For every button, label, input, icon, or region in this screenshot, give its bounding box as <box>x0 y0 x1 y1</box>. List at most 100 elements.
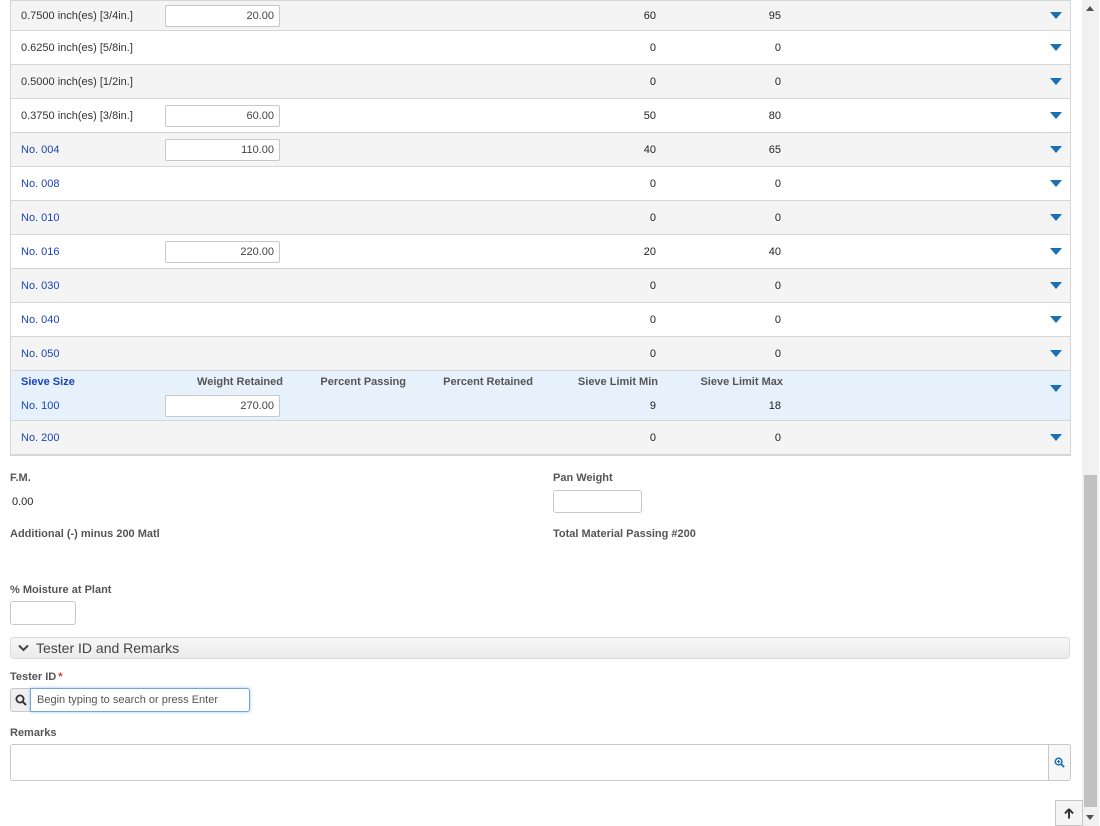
table-row[interactable]: 0.5000 inch(es) [1/2in.] 0 0 <box>11 65 1070 99</box>
weight-retained-input[interactable]: 270.00 <box>165 395 280 417</box>
weight-retained-input[interactable]: 110.00 <box>165 138 280 161</box>
sieve-limit-max-cell: 0 <box>774 431 781 444</box>
sieve-size-cell[interactable]: No. 030 <box>21 269 60 302</box>
sieve-limit-max-cell: 0 <box>774 75 781 88</box>
tester-section-title: Tester ID and Remarks <box>36 640 180 656</box>
sieve-size-cell: 0.3750 inch(es) [3/8in.] <box>21 109 133 122</box>
pan-weight-input[interactable] <box>553 490 642 513</box>
caret-down-icon[interactable] <box>1050 111 1062 119</box>
sieve-size-cell[interactable]: No. 200 <box>21 421 60 454</box>
weight-retained-input[interactable]: 60.00 <box>165 104 280 127</box>
caret-down-icon[interactable] <box>1050 349 1062 357</box>
sieve-limit-max-cell: 0 <box>774 347 781 360</box>
sieve-limit-max-cell: 0 <box>774 279 781 292</box>
sieve-limit-min-cell: 0 <box>649 279 656 292</box>
table-row[interactable]: No. 008 0 0 <box>11 167 1070 201</box>
caret-down-icon[interactable] <box>1050 77 1062 85</box>
sieve-limit-min-cell: 0 <box>649 177 656 190</box>
moisture-input[interactable] <box>10 601 76 625</box>
sieve-limit-min-cell: 50 <box>643 109 656 122</box>
sieve-limit-min-cell: 40 <box>643 143 656 156</box>
table-row[interactable]: Sieve Size Weight Retained Percent Passing… <box>11 371 1070 421</box>
column-header-weight-retained: Weight Retained <box>197 376 283 388</box>
required-marker: * <box>58 671 63 683</box>
chevron-down-icon <box>18 644 32 652</box>
remarks-label: Remarks <box>10 727 57 739</box>
table-row[interactable]: 0.7500 inch(es) [3/4in.] 20.00 60 95 <box>11 0 1070 31</box>
column-header-sieve-limit-min: Sieve Limit Min <box>577 376 658 388</box>
sieve-limit-max-cell: 0 <box>774 41 781 54</box>
scroll-up-icon[interactable] <box>1086 6 1094 11</box>
sieve-limit-max-cell: 0 <box>774 177 781 190</box>
sieve-limit-min-cell: 0 <box>649 431 656 444</box>
table-row[interactable]: 0.3750 inch(es) [3/8in.] 60.00 50 80 <box>11 99 1070 133</box>
tester-id-input[interactable] <box>30 688 250 712</box>
sieve-size-cell[interactable]: No. 100 <box>21 396 60 416</box>
column-header-percent-passing: Percent Passing <box>320 376 406 388</box>
additional-minus-200-label: Additional (-) minus 200 Matl <box>10 528 160 540</box>
sieve-limit-max-cell: 0 <box>774 211 781 224</box>
caret-down-icon[interactable] <box>1050 179 1062 187</box>
sieve-size-cell: 0.5000 inch(es) [1/2in.] <box>21 75 133 88</box>
scrollbar-thumb[interactable] <box>1084 475 1097 807</box>
tester-id-search <box>10 688 250 712</box>
sieve-limit-min-cell: 0 <box>649 347 656 360</box>
sieve-limit-max-cell: 95 <box>768 9 781 22</box>
caret-down-icon[interactable] <box>1050 247 1062 255</box>
caret-down-icon[interactable] <box>1050 213 1062 221</box>
weight-retained-input[interactable]: 20.00 <box>165 4 280 27</box>
sieve-limit-min-cell: 0 <box>649 211 656 224</box>
caret-down-icon[interactable] <box>1050 315 1062 323</box>
sieve-limit-min-cell: 9 <box>649 400 656 412</box>
sieve-size-cell[interactable]: No. 004 <box>21 133 60 166</box>
sieve-limit-max-cell: 18 <box>768 400 781 412</box>
caret-down-icon[interactable] <box>1050 281 1062 289</box>
table-row[interactable]: No. 010 0 0 <box>11 201 1070 235</box>
column-header-sieve-limit-max: Sieve Limit Max <box>700 376 783 388</box>
caret-down-icon[interactable] <box>1050 43 1062 51</box>
sieve-size-cell: 0.6250 inch(es) [5/8in.] <box>21 41 133 54</box>
sieve-limit-max-cell: 80 <box>768 109 781 122</box>
sieve-size-cell[interactable]: No. 050 <box>21 337 60 370</box>
table-row[interactable]: No. 050 0 0 <box>11 337 1070 371</box>
pan-weight-label: Pan Weight <box>553 472 613 484</box>
sieve-size-cell[interactable]: No. 016 <box>21 235 60 268</box>
caret-down-icon[interactable] <box>1050 433 1062 441</box>
sieve-limit-min-cell: 0 <box>649 75 656 88</box>
fm-value: 0.00 <box>12 496 34 508</box>
sieve-limit-min-cell: 60 <box>643 9 656 22</box>
column-header-sieve-size: Sieve Size <box>21 376 75 388</box>
fm-label: F.M. <box>10 472 31 484</box>
table-row[interactable]: No. 016 220.00 20 40 <box>11 235 1070 269</box>
sieve-limit-min-cell: 0 <box>649 313 656 326</box>
table-row[interactable]: No. 200 0 0 <box>11 421 1070 455</box>
vertical-scrollbar[interactable] <box>1082 0 1099 826</box>
scroll-down-icon[interactable] <box>1086 815 1094 820</box>
weight-retained-input[interactable]: 220.00 <box>165 240 280 263</box>
tester-id-label: Tester ID * <box>10 671 63 683</box>
arrow-up-icon <box>1064 807 1074 818</box>
tester-section-header[interactable]: Tester ID and Remarks <box>10 637 1070 659</box>
sieve-limit-min-cell: 0 <box>649 41 656 54</box>
sieve-size-cell[interactable]: No. 008 <box>21 167 60 200</box>
search-icon[interactable] <box>10 688 30 712</box>
caret-down-icon[interactable] <box>1050 385 1062 392</box>
table-row[interactable]: No. 004 110.00 40 65 <box>11 133 1070 167</box>
sieve-size-cell[interactable]: No. 010 <box>21 201 60 234</box>
sieve-grid: 0.7500 inch(es) [3/4in.] 20.00 60 95 0.6250 … <box>10 0 1071 456</box>
total-passing-200-label: Total Material Passing #200 <box>553 528 696 540</box>
zoom-in-icon[interactable] <box>1049 744 1071 781</box>
sieve-size-cell[interactable]: No. 040 <box>21 303 60 336</box>
caret-down-icon[interactable] <box>1050 11 1062 19</box>
back-to-top-button[interactable] <box>1055 800 1083 826</box>
sieve-limit-max-cell: 0 <box>774 313 781 326</box>
caret-down-icon[interactable] <box>1050 145 1062 153</box>
remarks-textarea[interactable] <box>10 744 1049 781</box>
sieve-limit-min-cell: 20 <box>643 245 656 258</box>
sieve-limit-max-cell: 65 <box>768 143 781 156</box>
moisture-label: % Moisture at Plant <box>10 584 112 596</box>
column-header-percent-retained: Percent Retained <box>443 376 533 388</box>
table-row[interactable]: 0.6250 inch(es) [5/8in.] 0 0 <box>11 31 1070 65</box>
table-row[interactable]: No. 030 0 0 <box>11 269 1070 303</box>
table-row[interactable]: No. 040 0 0 <box>11 303 1070 337</box>
